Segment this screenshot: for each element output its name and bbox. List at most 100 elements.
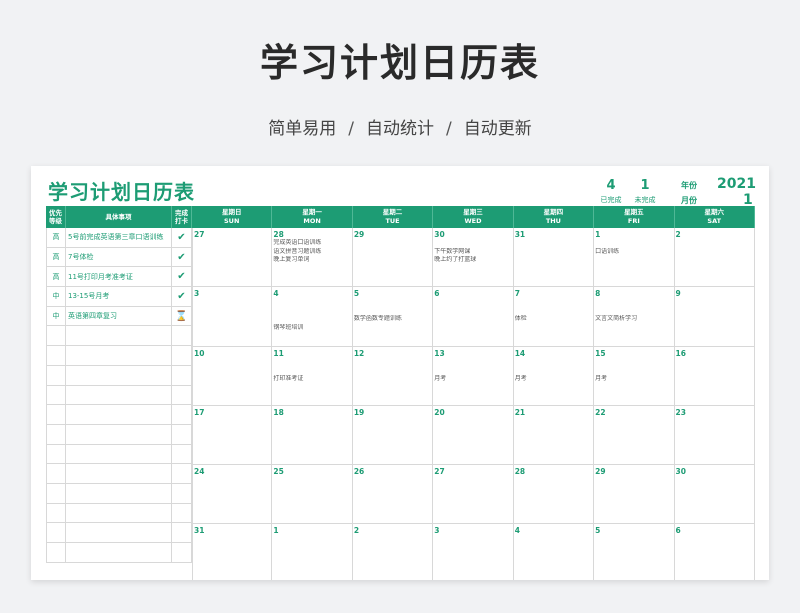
- day-cell[interactable]: 5: [594, 524, 675, 580]
- day-cell[interactable]: 4 钢琴班培训: [272, 287, 353, 347]
- day-cell[interactable]: 16: [674, 346, 755, 406]
- day-cell[interactable]: 1 口语训练: [594, 228, 675, 288]
- day-cell[interactable]: 18: [272, 405, 353, 466]
- day-cell[interactable]: 29: [594, 465, 675, 525]
- day-cell[interactable]: 20: [433, 405, 514, 466]
- day-cell[interactable]: 5 数学函数专题训练: [352, 287, 434, 347]
- check-icon[interactable]: ✔: [172, 287, 192, 306]
- day-cell[interactable]: 7 体检: [513, 287, 595, 347]
- sheet-title: 学习计划日历表: [48, 180, 195, 204]
- task-row[interactable]: 中 13-15号月考 ✔: [46, 287, 192, 307]
- day-cell[interactable]: 4: [514, 524, 595, 580]
- task-row[interactable]: [46, 346, 192, 366]
- day-cell[interactable]: 21: [513, 405, 595, 466]
- day-cell[interactable]: 28: [513, 465, 595, 525]
- subtitle-separator: /: [446, 119, 452, 139]
- checkin-cell[interactable]: [172, 444, 192, 464]
- day-note: [273, 366, 350, 375]
- day-cell[interactable]: 2: [353, 524, 434, 580]
- day-cell[interactable]: 14 月考: [513, 346, 595, 406]
- day-cell[interactable]: 26: [352, 465, 434, 525]
- hourglass-icon[interactable]: ⌛: [172, 306, 192, 326]
- task-item[interactable]: 英语第四章复习: [66, 306, 172, 326]
- task-item[interactable]: 7号体检: [66, 247, 172, 267]
- checkin-cell[interactable]: [172, 543, 192, 562]
- day-cell[interactable]: 31: [192, 524, 273, 580]
- day-cell[interactable]: 10: [192, 346, 273, 406]
- day-cell[interactable]: 19: [352, 405, 434, 466]
- day-cell[interactable]: 23: [674, 405, 755, 466]
- checkin-cell[interactable]: [172, 365, 192, 385]
- check-icon[interactable]: ✔: [172, 228, 192, 247]
- day-cell[interactable]: 15 月考: [594, 346, 675, 406]
- task-row[interactable]: [46, 405, 192, 425]
- day-cell[interactable]: 30 下午数学网课 晚上约了打篮球: [433, 228, 514, 288]
- checkin-cell[interactable]: [172, 346, 192, 365]
- task-item[interactable]: [66, 424, 172, 444]
- day-cell[interactable]: 27: [433, 465, 514, 525]
- task-item[interactable]: [66, 464, 172, 483]
- day-cell[interactable]: 3: [433, 524, 514, 580]
- checkin-cell[interactable]: [172, 503, 192, 523]
- day-cell[interactable]: 22: [594, 405, 675, 466]
- day-cell[interactable]: 11 打印准考证: [272, 346, 353, 406]
- task-row[interactable]: [46, 424, 192, 445]
- task-row[interactable]: [46, 543, 192, 563]
- task-row[interactable]: [46, 385, 192, 406]
- task-item[interactable]: [66, 444, 172, 464]
- checkin-cell[interactable]: [172, 405, 192, 424]
- task-item[interactable]: 13-15号月考: [66, 287, 172, 306]
- task-row[interactable]: 高 7号体检 ✔: [46, 247, 192, 268]
- day-cell[interactable]: 3: [192, 287, 273, 347]
- day-cell[interactable]: 29: [352, 228, 434, 288]
- day-cell[interactable]: 28 完成英语口语训练 语文拼音习题训练 晚上复习单词: [272, 228, 353, 288]
- task-item[interactable]: [66, 503, 172, 523]
- task-item[interactable]: 11号打印月考准考证: [66, 267, 172, 287]
- day-cell[interactable]: 27: [192, 228, 273, 288]
- day-cell[interactable]: 24: [192, 465, 273, 525]
- task-row[interactable]: [46, 503, 192, 524]
- checkin-cell[interactable]: [172, 424, 192, 444]
- check-icon[interactable]: ✔: [172, 267, 192, 287]
- day-cell[interactable]: 12: [352, 346, 434, 406]
- task-row[interactable]: [46, 523, 192, 543]
- task-item[interactable]: [66, 365, 172, 385]
- task-row[interactable]: 高 5号前完成英语第三章口语训练 ✔: [46, 228, 192, 248]
- task-item[interactable]: [66, 346, 172, 365]
- day-cell[interactable]: 13 月考: [433, 346, 514, 406]
- checkin-cell[interactable]: [172, 483, 192, 503]
- day-cell[interactable]: 30: [674, 465, 755, 525]
- task-item[interactable]: [66, 543, 172, 562]
- day-cell[interactable]: 6: [675, 524, 755, 580]
- checkin-cell[interactable]: [172, 385, 192, 405]
- day-cell[interactable]: 31: [513, 228, 595, 288]
- day-cell[interactable]: 6: [433, 287, 514, 347]
- task-item[interactable]: 5号前完成英语第三章口语训练: [66, 228, 172, 247]
- day-number: 29: [595, 467, 606, 477]
- task-item[interactable]: [66, 523, 172, 542]
- task-item[interactable]: [66, 385, 172, 405]
- weekday-en: SAT: [707, 217, 722, 225]
- task-row[interactable]: [46, 483, 192, 504]
- day-number: 1: [595, 230, 601, 239]
- task-item[interactable]: [66, 483, 172, 503]
- day-cell[interactable]: 17: [192, 405, 273, 466]
- year-value[interactable]: 2021: [717, 176, 756, 192]
- checkin-cell[interactable]: [172, 464, 192, 483]
- task-row[interactable]: 高 11号打印月考准考证 ✔: [46, 267, 192, 288]
- task-row[interactable]: [46, 464, 192, 484]
- day-cell[interactable]: 8 文言文简析学习: [594, 287, 675, 347]
- check-icon[interactable]: ✔: [172, 247, 192, 267]
- task-row[interactable]: [46, 365, 192, 386]
- task-item[interactable]: [66, 405, 172, 424]
- day-cell[interactable]: 2: [674, 228, 755, 288]
- task-row[interactable]: 中英语第四章复习 ⌛: [46, 306, 192, 327]
- day-cell[interactable]: 9: [674, 287, 755, 347]
- task-item[interactable]: [66, 326, 172, 346]
- day-cell[interactable]: 1: [272, 524, 353, 580]
- day-cell[interactable]: 25: [272, 465, 353, 525]
- checkin-cell[interactable]: [172, 523, 192, 542]
- checkin-cell[interactable]: [172, 326, 192, 346]
- task-row[interactable]: [46, 326, 192, 347]
- task-row[interactable]: [46, 444, 192, 465]
